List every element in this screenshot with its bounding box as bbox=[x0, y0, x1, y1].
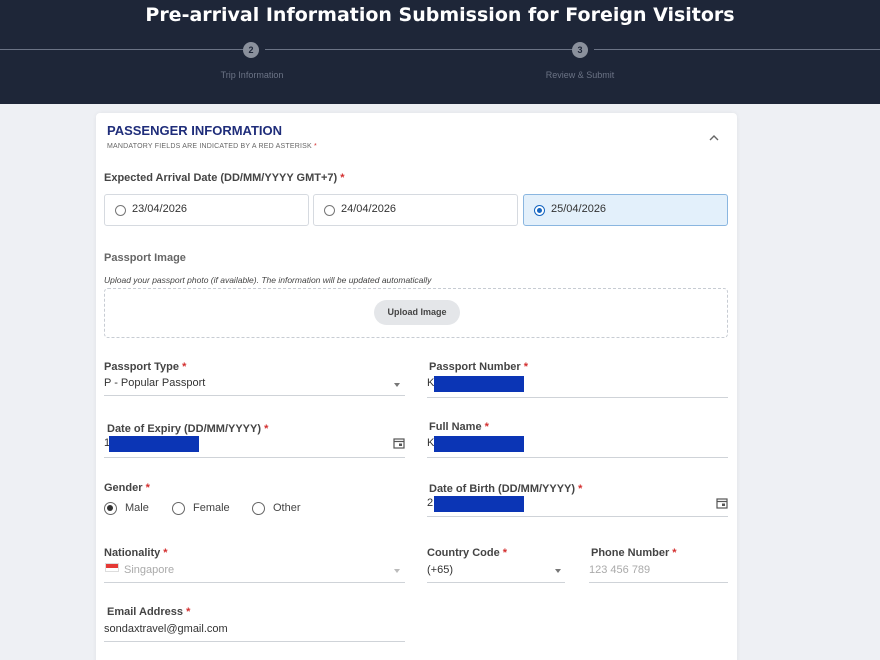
field-underline bbox=[427, 516, 728, 517]
passport-type-label: Passport Type * bbox=[104, 361, 187, 373]
section-subtitle: MANDATORY FIELDS ARE INDICATED BY A RED … bbox=[107, 143, 317, 150]
gender-option-female[interactable]: Female bbox=[193, 502, 230, 514]
arrival-date-option-label: 24/04/2026 bbox=[341, 203, 397, 215]
gender-option-other[interactable]: Other bbox=[273, 502, 301, 514]
passport-number-label: Passport Number * bbox=[429, 361, 529, 373]
section-title: PASSENGER INFORMATION bbox=[107, 123, 283, 138]
upload-image-button[interactable]: Upload Image bbox=[374, 300, 460, 325]
redaction-box bbox=[434, 496, 524, 512]
arrival-date-label: Expected Arrival Date (DD/MM/YYYY GMT+7)… bbox=[104, 172, 345, 184]
calendar-icon[interactable] bbox=[393, 437, 405, 449]
dob-input[interactable]: 2 bbox=[427, 497, 433, 509]
caret-down-icon[interactable] bbox=[555, 569, 561, 573]
page-title: Pre-arrival Information Submission for F… bbox=[145, 4, 735, 26]
field-underline bbox=[427, 457, 728, 458]
step-circle-3[interactable]: 3 bbox=[572, 42, 588, 58]
gender-option-male[interactable]: Male bbox=[125, 502, 149, 514]
gender-label: Gender * bbox=[104, 482, 150, 494]
arrival-date-option-24[interactable]: 24/04/2026 bbox=[313, 194, 518, 226]
progress-line bbox=[0, 49, 243, 50]
progress-line bbox=[265, 49, 573, 50]
singapore-flag-icon bbox=[105, 563, 119, 572]
field-underline bbox=[104, 457, 405, 458]
redaction-box bbox=[434, 436, 524, 452]
arrival-date-option-label: 23/04/2026 bbox=[132, 203, 188, 215]
nationality-label: Nationality * bbox=[104, 547, 168, 559]
page-header: Pre-arrival Information Submission for F… bbox=[0, 0, 880, 104]
chevron-up-icon[interactable] bbox=[708, 133, 720, 143]
arrival-date-option-label: 25/04/2026 bbox=[551, 203, 607, 215]
expiry-date-label: Date of Expiry (DD/MM/YYYY) * bbox=[107, 423, 269, 435]
gender-radio-male[interactable] bbox=[104, 502, 117, 515]
arrival-date-option-23[interactable]: 23/04/2026 bbox=[104, 194, 309, 226]
progress-line bbox=[594, 49, 880, 50]
phone-number-input[interactable]: 123 456 789 bbox=[589, 564, 650, 576]
passenger-information-card: PASSENGER INFORMATION MANDATORY FIELDS A… bbox=[96, 113, 737, 660]
step-label-review-submit: Review & Submit bbox=[545, 70, 615, 80]
radio-icon bbox=[534, 205, 545, 216]
passport-image-hint: Upload your passport photo (if available… bbox=[104, 275, 432, 285]
field-underline bbox=[589, 582, 728, 583]
gender-radio-female[interactable] bbox=[172, 502, 185, 515]
field-underline bbox=[427, 397, 728, 398]
field-underline bbox=[104, 582, 405, 583]
redaction-box bbox=[434, 376, 524, 392]
gender-radio-other[interactable] bbox=[252, 502, 265, 515]
step-label-trip-information: Trip Information bbox=[220, 70, 284, 80]
country-code-select[interactable]: (+65) bbox=[427, 564, 453, 576]
nationality-select[interactable]: Singapore bbox=[124, 564, 174, 576]
dob-label: Date of Birth (DD/MM/YYYY) * bbox=[429, 483, 583, 495]
email-label: Email Address * bbox=[107, 606, 191, 618]
redaction-box bbox=[109, 436, 199, 452]
upload-dropzone[interactable]: Upload Image bbox=[104, 288, 728, 338]
passport-image-label: Passport Image bbox=[104, 252, 186, 264]
step-circle-2[interactable]: 2 bbox=[243, 42, 259, 58]
phone-number-label: Phone Number * bbox=[591, 547, 677, 559]
field-underline bbox=[104, 641, 405, 642]
email-input[interactable]: sondaxtravel@gmail.com bbox=[104, 623, 228, 635]
passport-type-select[interactable]: P - Popular Passport bbox=[104, 377, 205, 389]
country-code-label: Country Code * bbox=[427, 547, 508, 559]
field-underline bbox=[427, 582, 565, 583]
calendar-icon[interactable] bbox=[716, 497, 728, 509]
field-underline bbox=[104, 395, 405, 396]
radio-icon bbox=[115, 205, 126, 216]
radio-icon bbox=[324, 205, 335, 216]
caret-down-icon[interactable] bbox=[394, 383, 400, 387]
arrival-date-option-25[interactable]: 25/04/2026 bbox=[523, 194, 728, 226]
caret-down-icon[interactable] bbox=[394, 569, 400, 573]
full-name-label: Full Name * bbox=[429, 421, 489, 433]
